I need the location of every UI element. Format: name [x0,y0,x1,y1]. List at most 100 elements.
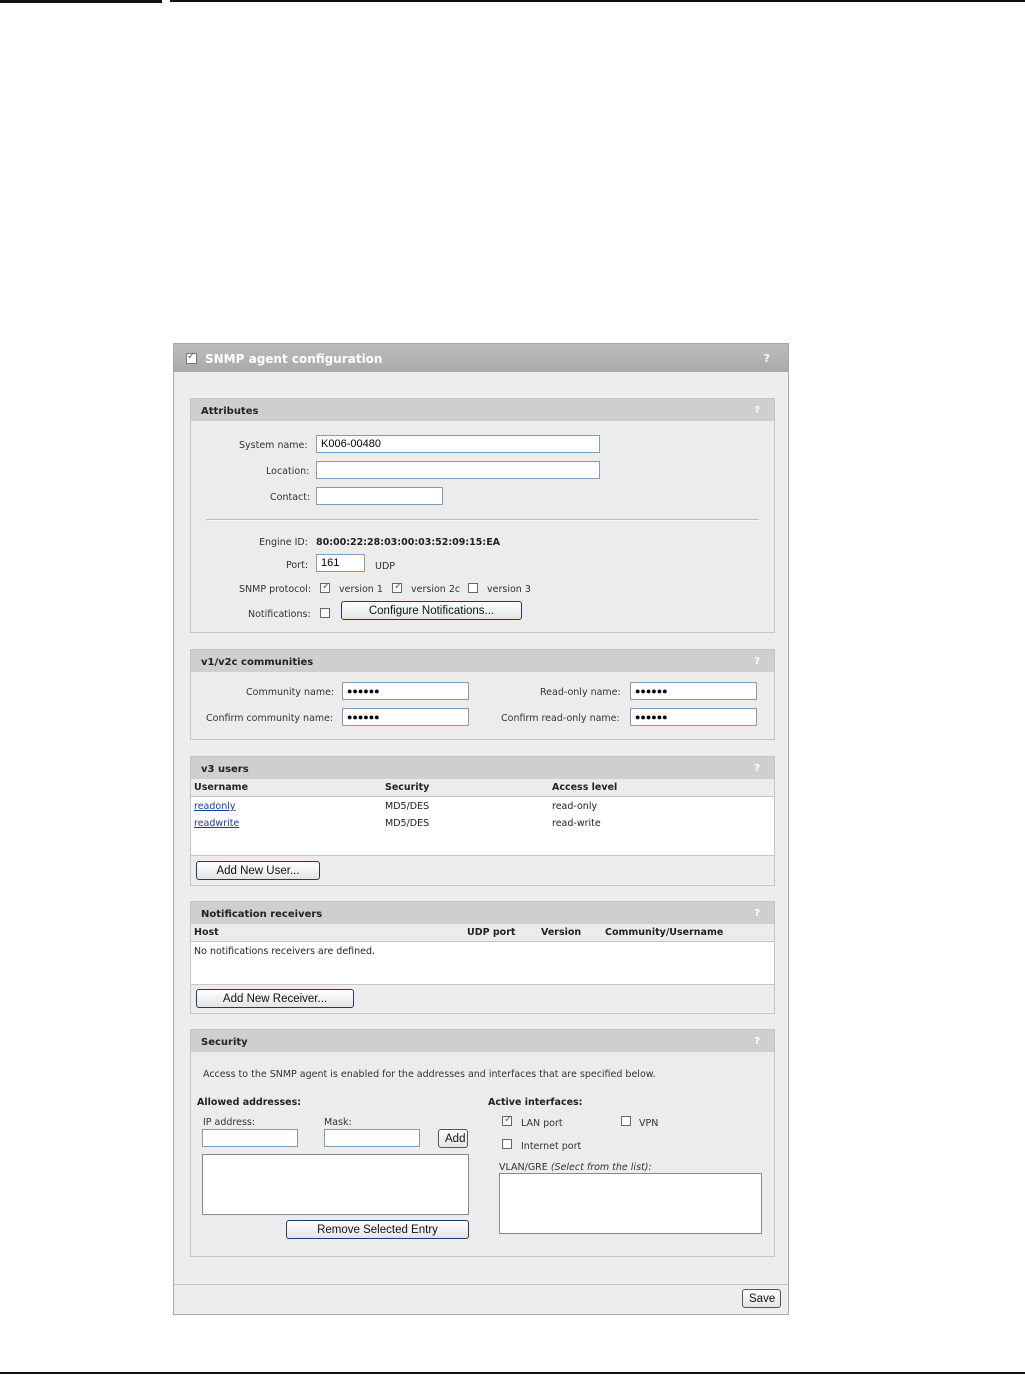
version2c-label: version 2c [411,584,461,595]
mask-input[interactable] [324,1129,420,1147]
v3-users-table-body: readonly MD5/DES read-only readwrite MD5… [191,796,774,856]
user-access: read-write [552,818,601,829]
vlan-gre-text: VLAN/GRE [499,1162,548,1173]
checkmark-icon: ✓ [504,1114,513,1125]
notifications-checkbox[interactable] [320,608,330,618]
vpn-label: VPN [639,1118,659,1129]
attributes-header: Attributes ? [191,399,774,421]
column-access-level[interactable]: Access level [552,782,617,793]
dialog-header: ✓ SNMP agent configuration ? [174,344,788,372]
contact-input[interactable] [316,487,443,505]
confirm-community-input[interactable] [342,708,469,726]
vlan-gre-label: VLAN/GRE (Select from the list): [499,1162,652,1173]
checkmark-icon: ✓ [187,351,196,362]
configure-notifications-button[interactable]: Configure Notifications... [341,601,522,620]
attributes-divider [206,519,759,521]
v3-users-title: v3 users [201,764,249,775]
ip-address-input[interactable] [202,1129,298,1147]
confirm-readonly-input[interactable] [630,708,757,726]
dialog-title: SNMP agent configuration [205,352,383,366]
security-header: Security ? [191,1030,774,1052]
help-icon[interactable]: ? [754,1036,760,1047]
user-link-readonly[interactable]: readonly [194,801,236,812]
version1-checkbox[interactable]: ✓ [320,581,331,593]
page-rule-bottom [0,1372,1025,1374]
v3-users-table-header: Username Security Access level [191,779,774,796]
receivers-table-body: No notifications receivers are defined. [191,941,774,985]
remove-selected-entry-button[interactable]: Remove Selected Entry [286,1220,469,1239]
system-name-input[interactable] [316,435,600,453]
footer-divider [174,1284,788,1285]
add-new-user-button[interactable]: Add New User... [196,861,320,880]
page-rule-top [170,0,1025,2]
location-input[interactable] [316,461,600,479]
readonly-name-label: Read-only name: [540,687,621,698]
add-new-receiver-button[interactable]: Add New Receiver... [196,989,354,1008]
readonly-name-input[interactable] [630,682,757,700]
lan-port-checkbox[interactable]: ✓ [502,1114,513,1126]
receivers-table-header: Host UDP port Version Community/Username [191,924,774,941]
receivers-title: Notification receivers [201,909,323,920]
column-version[interactable]: Version [541,927,581,938]
attributes-panel: Attributes ? System name: Location: Cont… [190,398,775,633]
vlan-gre-list[interactable] [499,1173,762,1234]
snmp-enable-checkbox[interactable]: ✓ [186,351,197,364]
port-input[interactable] [316,554,365,572]
allowed-addresses-label: Allowed addresses: [197,1097,302,1108]
version2c-checkbox[interactable]: ✓ [392,581,403,593]
receivers-empty-text: No notifications receivers are defined. [194,946,376,957]
internet-port-label: Internet port [521,1141,582,1152]
v3-users-header: v3 users ? [191,757,774,779]
communities-panel: v1/v2c communities ? Community name: Con… [190,649,775,740]
confirm-readonly-label: Confirm read-only name: [501,713,620,724]
allowed-addresses-list[interactable] [202,1154,469,1215]
user-link-readwrite[interactable]: readwrite [194,818,239,829]
receivers-header: Notification receivers ? [191,902,774,924]
column-community-username[interactable]: Community/Username [605,927,723,938]
engine-id-label: Engine ID: [259,537,308,548]
user-security: MD5/DES [385,801,430,812]
version3-label: version 3 [487,584,531,595]
page-rule-top-left [0,0,162,3]
security-intro: Access to the SNMP agent is enabled for … [203,1069,656,1080]
snmp-protocol-label: SNMP protocol: [239,584,312,595]
active-interfaces-label: Active interfaces: [488,1097,583,1108]
community-name-input[interactable] [342,682,469,700]
add-address-button[interactable]: Add [438,1129,468,1148]
lan-port-label: LAN port [521,1118,563,1129]
security-title: Security [201,1037,248,1048]
ip-address-label: IP address: [203,1117,256,1128]
attributes-title: Attributes [201,406,259,417]
communities-title: v1/v2c communities [201,657,314,668]
column-username[interactable]: Username [194,782,248,793]
engine-id-value: 80:00:22:28:03:00:03:52:09:15:EA [316,537,501,548]
communities-header: v1/v2c communities ? [191,650,774,672]
vlan-gre-hint: (Select from the list): [550,1162,652,1173]
vpn-checkbox[interactable] [621,1116,631,1126]
receivers-panel: Notification receivers ? Host UDP port V… [190,901,775,1014]
help-icon[interactable]: ? [764,352,770,365]
port-label: Port: [286,560,309,571]
contact-label: Contact: [270,492,311,503]
security-panel: Security ? Access to the SNMP agent is e… [190,1029,775,1257]
help-icon[interactable]: ? [754,656,760,667]
internet-port-checkbox[interactable] [502,1139,512,1149]
checkmark-icon: ✓ [394,581,403,592]
save-button[interactable]: Save [742,1289,781,1308]
version3-checkbox[interactable] [468,583,478,593]
notifications-label: Notifications: [248,609,311,620]
help-icon[interactable]: ? [754,763,760,774]
user-access: read-only [552,801,598,812]
port-unit: UDP [375,561,395,572]
column-host[interactable]: Host [194,927,219,938]
version1-label: version 1 [339,584,383,595]
help-icon[interactable]: ? [754,908,760,919]
help-icon[interactable]: ? [754,405,760,416]
v3-users-panel: v3 users ? Username Security Access leve… [190,756,775,886]
column-udp-port[interactable]: UDP port [467,927,515,938]
column-security[interactable]: Security [385,782,429,793]
checkmark-icon: ✓ [322,581,331,592]
community-name-label: Community name: [246,687,335,698]
confirm-community-label: Confirm community name: [206,713,334,724]
user-security: MD5/DES [385,818,430,829]
